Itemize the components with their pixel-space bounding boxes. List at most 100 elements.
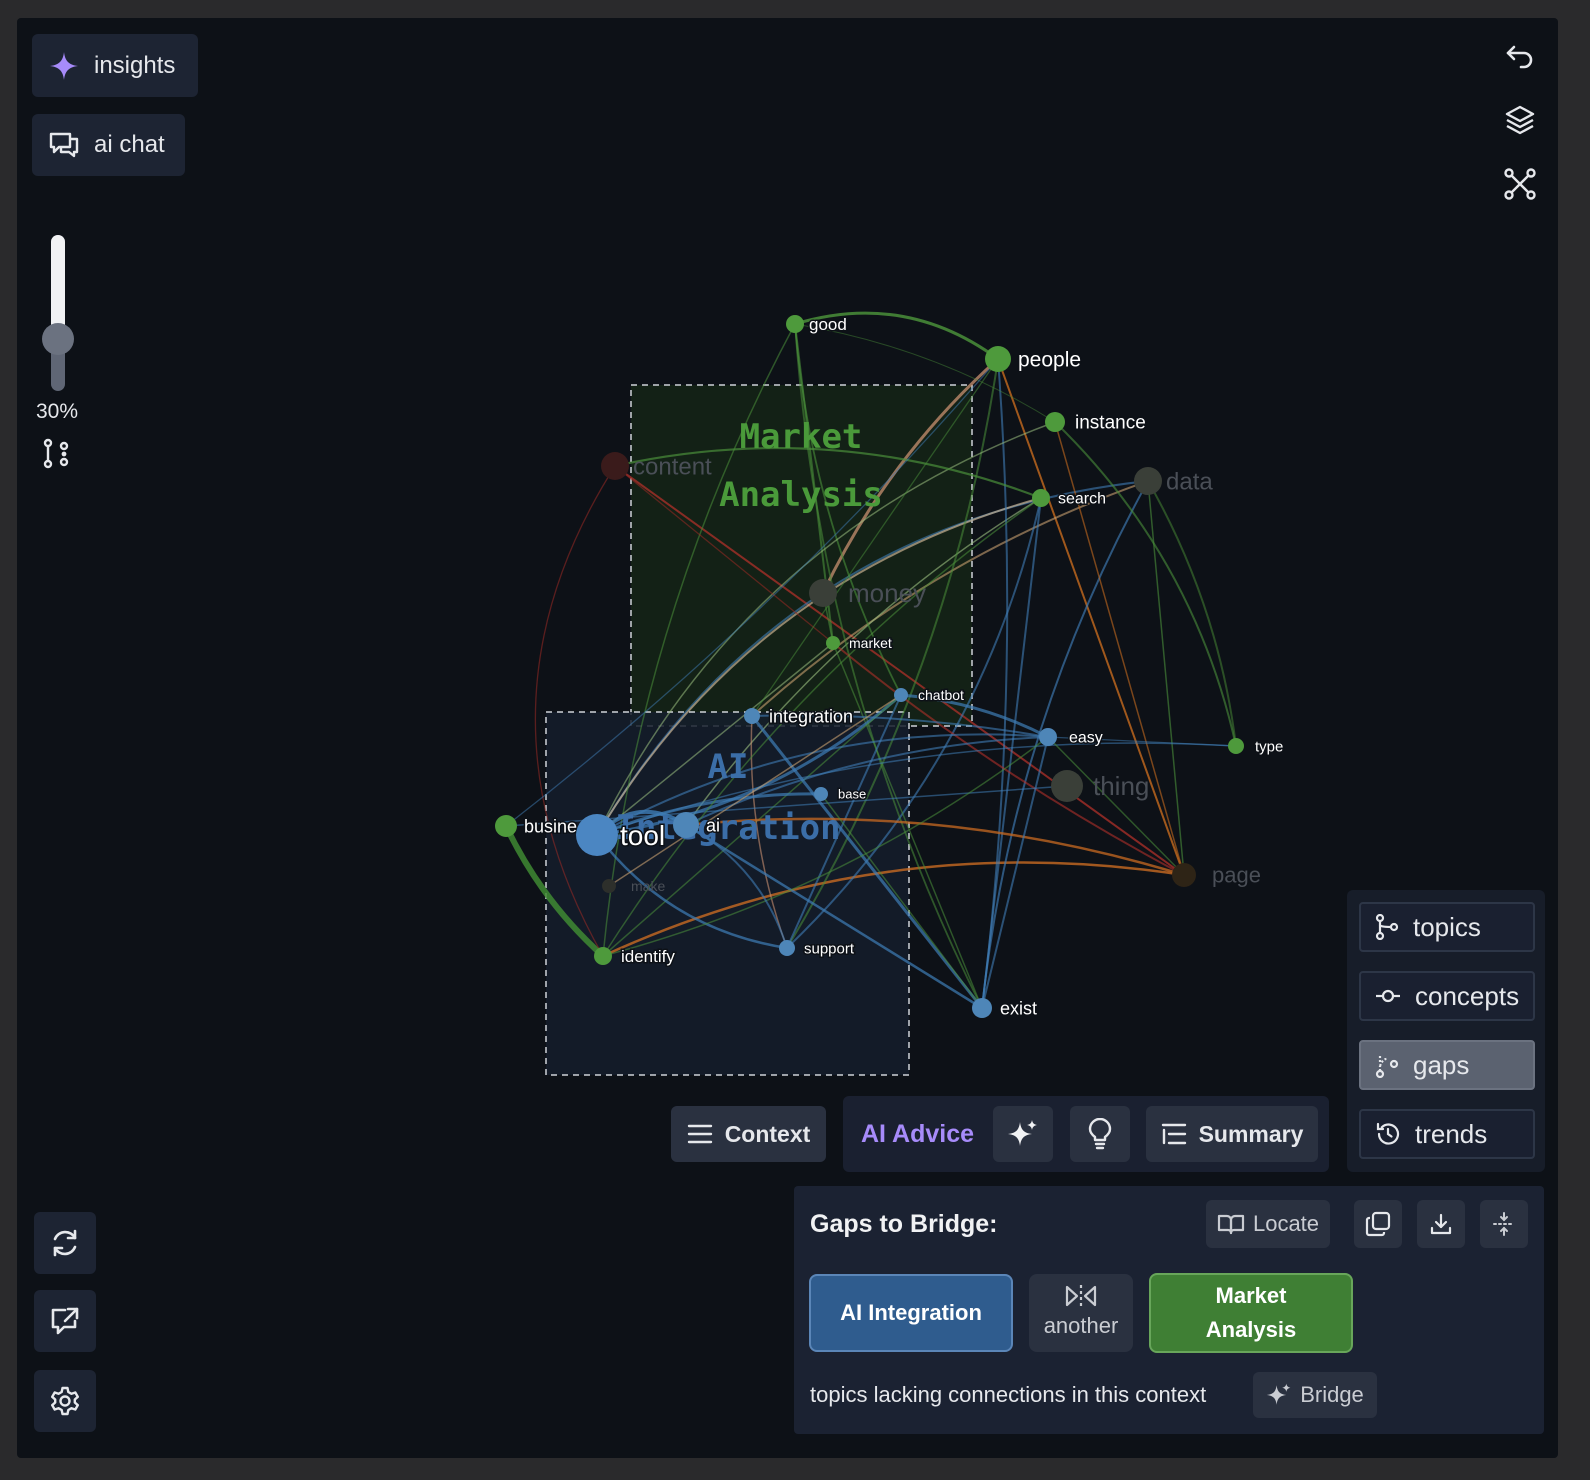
node-people-dot[interactable] <box>985 346 1011 372</box>
locate-label: Locate <box>1252 1211 1320 1236</box>
node-tool[interactable]: tool <box>576 814 667 856</box>
network-layout-button[interactable] <box>1502 166 1538 202</box>
sparkles-icon <box>1267 1383 1291 1405</box>
gear-icon <box>51 1386 79 1416</box>
node-content-dot[interactable] <box>601 452 629 480</box>
collapse-arrows-icon <box>1493 1212 1515 1236</box>
menu-lines-icon <box>687 1124 712 1144</box>
node-make-dot[interactable] <box>602 879 616 893</box>
node-ai-label: ai <box>706 815 720 835</box>
node-data[interactable]: data <box>1134 467 1213 495</box>
node-content[interactable]: content <box>601 452 712 480</box>
concepts-mode-button[interactable]: concepts <box>1359 971 1535 1021</box>
ai-action-bar: AI Advice Summary <box>843 1096 1329 1172</box>
node-page[interactable]: page <box>1172 863 1261 888</box>
node-integration-label: integration <box>769 706 853 726</box>
topics-mode-label: topics <box>1413 911 1481 942</box>
node-identify-dot[interactable] <box>594 947 612 965</box>
gap-topic-a-button[interactable]: AI Integration <box>809 1274 1013 1352</box>
share-chat-button[interactable] <box>34 1290 96 1352</box>
node-chatbot[interactable]: chatbot <box>894 685 966 704</box>
layers-button[interactable] <box>1502 102 1538 138</box>
flip-horizontal-icon <box>1065 1285 1097 1307</box>
node-identify[interactable]: identify <box>594 945 677 967</box>
open-book-icon <box>1217 1214 1245 1235</box>
zoom-slider[interactable] <box>42 235 74 391</box>
idea-button[interactable] <box>1070 1106 1130 1162</box>
node-ai-dot[interactable] <box>673 812 699 838</box>
node-make[interactable]: make <box>602 878 665 894</box>
node-business-dot[interactable] <box>495 815 517 837</box>
settings-button[interactable] <box>34 1370 96 1432</box>
node-chatbot-dot[interactable] <box>894 688 908 702</box>
node-data-label: data <box>1166 468 1213 495</box>
node-support-dot[interactable] <box>779 940 795 956</box>
chat-bubbles-icon <box>49 132 79 158</box>
node-easy-dot[interactable] <box>1039 728 1057 746</box>
node-thing-dot[interactable] <box>1051 770 1083 802</box>
node-good-label: good <box>809 315 847 334</box>
node-good[interactable]: good <box>786 313 848 335</box>
node-base-dot[interactable] <box>814 787 828 801</box>
layout-options-button[interactable] <box>40 438 72 470</box>
summary-button[interactable]: Summary <box>1146 1106 1318 1162</box>
node-type-dot[interactable] <box>1228 738 1244 754</box>
gap-topic-b-button[interactable]: Market Analysis <box>1149 1273 1353 1353</box>
node-money-dot[interactable] <box>809 579 837 607</box>
bridge-button[interactable]: Bridge <box>1253 1372 1377 1418</box>
copy-icon <box>1365 1211 1391 1237</box>
node-easy[interactable]: easy <box>1039 728 1104 748</box>
node-instance[interactable]: instance <box>1045 411 1147 435</box>
node-tool-dot[interactable] <box>576 814 618 856</box>
gaps-mode-button[interactable]: gaps <box>1359 1040 1535 1090</box>
node-integration-dot[interactable] <box>744 708 760 724</box>
node-type[interactable]: type <box>1228 737 1285 757</box>
node-good-dot[interactable] <box>786 315 804 333</box>
locate-button[interactable]: Locate <box>1206 1200 1330 1248</box>
trends-mode-button[interactable]: trends <box>1359 1109 1535 1159</box>
zoom-slider-handle[interactable] <box>42 323 74 355</box>
node-business[interactable]: busine <box>495 815 579 838</box>
node-money[interactable]: money <box>809 578 926 608</box>
another-gap-button[interactable]: another <box>1029 1274 1133 1352</box>
insights-button[interactable]: insights <box>32 34 198 97</box>
layers-icon <box>1505 105 1535 135</box>
branch-dots-icon <box>43 438 69 469</box>
share-chat-icon <box>51 1307 79 1335</box>
node-market-dot[interactable] <box>826 636 840 650</box>
node-business-label: busine <box>524 816 577 836</box>
node-base[interactable]: base <box>814 785 868 803</box>
node-thing[interactable]: thing <box>1051 770 1149 802</box>
node-market[interactable]: market <box>826 633 893 652</box>
context-button[interactable]: Context <box>671 1106 826 1162</box>
node-exist-label: exist <box>1000 998 1037 1018</box>
ai-chat-button[interactable]: ai chat <box>32 114 185 176</box>
another-gap-label: another <box>1043 1313 1119 1338</box>
node-instance-dot[interactable] <box>1045 412 1065 432</box>
copy-button[interactable] <box>1354 1200 1402 1248</box>
ai-sparkle-button[interactable] <box>993 1106 1053 1162</box>
download-button[interactable] <box>1417 1200 1465 1248</box>
node-exist[interactable]: exist <box>972 997 1039 1020</box>
gaps-branch-icon <box>1375 1055 1399 1078</box>
gaps-panel: Gaps to Bridge: Locate AI Integration an… <box>794 1186 1544 1434</box>
concepts-node-icon <box>1376 989 1400 1003</box>
lightbulb-icon <box>1088 1118 1112 1150</box>
node-support[interactable]: support <box>779 939 856 959</box>
topics-mode-button[interactable]: topics <box>1359 902 1535 952</box>
gaps-title: Gaps to Bridge: <box>810 1210 998 1238</box>
node-exist-dot[interactable] <box>972 998 992 1018</box>
node-search[interactable]: search <box>1032 489 1108 509</box>
refresh-button[interactable] <box>34 1212 96 1274</box>
node-support-label: support <box>804 940 855 957</box>
ai-advice-button[interactable]: AI Advice <box>861 1116 974 1152</box>
node-page-dot[interactable] <box>1172 863 1196 887</box>
undo-icon <box>1506 45 1533 69</box>
node-tool-label: tool <box>620 820 665 851</box>
collapse-panel-button[interactable] <box>1480 1200 1528 1248</box>
undo-button[interactable] <box>1502 40 1538 76</box>
node-search-dot[interactable] <box>1032 489 1050 507</box>
node-data-dot[interactable] <box>1134 467 1162 495</box>
history-clock-icon <box>1376 1122 1400 1145</box>
node-people[interactable]: people <box>985 346 1083 373</box>
